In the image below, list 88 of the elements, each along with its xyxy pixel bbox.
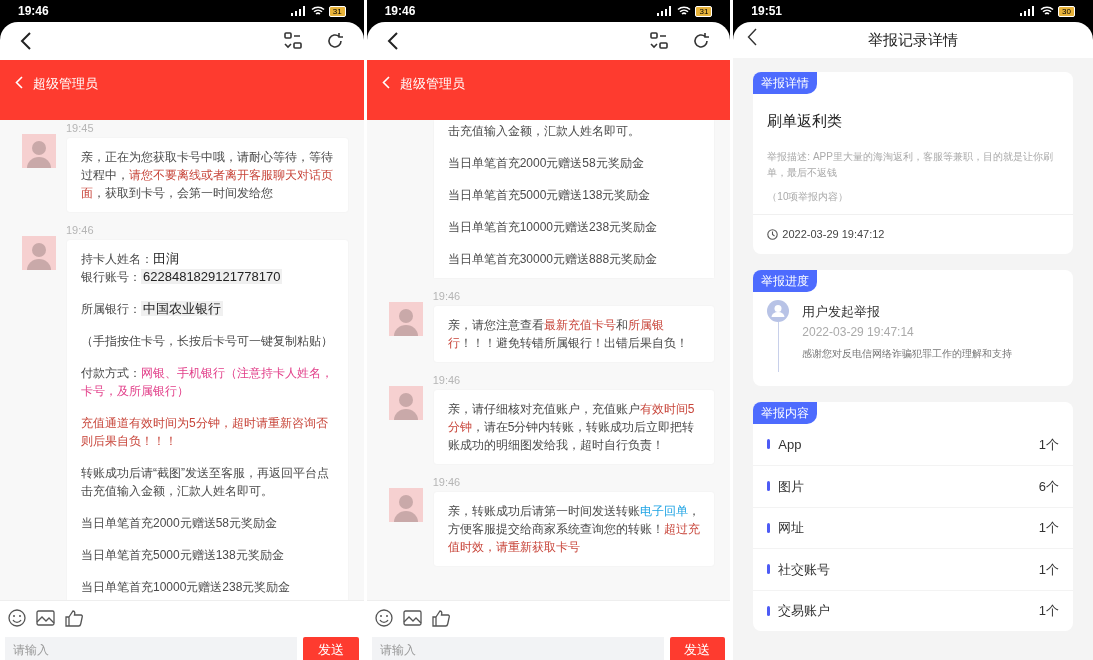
message-text: 当日单笔首充5000元赠送138元奖励金: [447, 187, 652, 204]
content-count: 1个: [1038, 560, 1059, 579]
message-text: 当日单笔首充5000元赠送138元奖励金: [81, 547, 285, 564]
message-text: 亲，正在为您获取卡号中哦，请耐心等待，等待过程中，请您不要离线或者离开客服聊天对话页面，获取到卡号，会第一时间发给您: [81, 149, 334, 202]
message-time: 19:46: [432, 476, 462, 489]
message-text: 持卡人姓名：田润: [81, 250, 180, 268]
message-text: 亲，请您注意查看最新充值卡号和所属银行！！！避免转错所属银行！出错后果自负！: [447, 317, 689, 352]
message-text: 击充值输入金额，汇款人姓名即可。: [447, 123, 641, 140]
report-time: 2022-03-29 19:47:12: [782, 226, 885, 242]
page-title: 举报记录详情: [868, 29, 959, 50]
content-count: 1个: [1038, 602, 1059, 620]
message-text: 当日单笔首充2000元赠送58元奖励金: [447, 155, 645, 172]
avatar-placeholder: [22, 236, 56, 270]
status-time: 19:46: [384, 3, 416, 20]
message-text: 所属银行：中国农业银行: [81, 300, 224, 318]
status-time: 19:46: [18, 3, 49, 20]
section-tag: 举报进度: [753, 269, 818, 292]
message-text: （手指按住卡号，长按后卡号可一键复制粘贴）: [81, 333, 334, 350]
bullet-icon: [767, 564, 771, 575]
smiley-icon[interactable]: [8, 609, 26, 627]
battery-level: 31: [695, 5, 713, 17]
content-label: 社交账号: [778, 560, 831, 579]
user-icon: [767, 299, 790, 322]
message-text: 当日单笔首充2000元赠送58元奖励金: [81, 515, 279, 532]
signal-icon: [657, 6, 674, 16]
thumbs-up-icon[interactable]: [65, 609, 83, 627]
message-text: 当日单笔首充10000元赠送238元奖励金: [81, 579, 292, 596]
content-label: 网址: [778, 519, 805, 537]
report-description: 举报描述: APP里大量的海淘返利，客服等兼职，目的就是让你刷单，最后不返钱: [766, 149, 1054, 180]
image-icon[interactable]: [36, 610, 55, 626]
thumbs-up-icon[interactable]: [431, 609, 450, 627]
report-count: （10项举报内容）: [766, 189, 850, 204]
message-text: 充值通道有效时间为5分钟，超时请重新咨询否则后果自负！！！: [81, 415, 329, 450]
avatar-placeholder: [388, 302, 423, 336]
message-text: 当日单笔首充10000元赠送238元奖励金: [447, 219, 659, 236]
message-time: 19:46: [66, 224, 95, 237]
message-text: 银行账号：6228481829121778170: [81, 268, 284, 286]
avatar-placeholder: [22, 134, 56, 168]
section-tag: 举报内容: [753, 401, 818, 424]
battery-level: 31: [328, 5, 346, 17]
message-text: 亲，转账成功后请第一时间发送转账电子回单，方便客服提交给商家系统查询您的转账！超过充值时效，请重新获取卡号: [447, 503, 701, 556]
message-time: 19:46: [432, 290, 462, 303]
avatar-placeholder: [388, 488, 423, 522]
bullet-icon: [767, 522, 771, 533]
back-icon[interactable]: [747, 28, 758, 46]
message-text: 付款方式：网银、手机银行（注意持卡人姓名，卡号，及所属银行）: [81, 365, 334, 400]
content-count: 6个: [1038, 477, 1059, 496]
report-category: 刷单返利类: [766, 111, 844, 131]
content-count: 1个: [1038, 435, 1059, 454]
content-label: App: [778, 435, 802, 454]
progress-step: 用户发起举报: [802, 301, 1013, 321]
send-button[interactable]: 发送: [669, 637, 726, 660]
bullet-icon: [767, 481, 771, 492]
status-time: 19:51: [751, 3, 783, 20]
message-time: 19:46: [432, 374, 462, 387]
progress-note: 感谢您对反电信网络诈骗犯罪工作的理解和支持: [802, 347, 1013, 361]
progress-time: 2022-03-29 19:47:14: [802, 324, 915, 341]
content-label: 交易账户: [778, 602, 831, 620]
send-button[interactable]: 发送: [302, 637, 359, 660]
smiley-icon[interactable]: [374, 609, 393, 627]
wifi-icon: [1040, 6, 1055, 16]
message-text: 转账成功后请“截图”发送至客服，再返回平台点击充值输入金额，汇款人姓名即可。: [81, 465, 330, 500]
chat-title: 超级管理员: [399, 75, 465, 93]
image-icon[interactable]: [402, 610, 422, 626]
bullet-icon: [767, 605, 771, 616]
signal-icon: [290, 6, 307, 16]
content-label: 图片: [778, 477, 805, 496]
section-tag: 举报详情: [753, 72, 818, 94]
back-icon[interactable]: [386, 32, 399, 50]
content-count: 1个: [1038, 519, 1059, 537]
message-input[interactable]: 请输入: [5, 637, 297, 660]
message-text: 亲，请仔细核对充值账户，充值账户有效时间5分钟，请在5分钟内转账，转账成功后立即把转账成功的明细图发给我，超时自行负责！: [447, 401, 696, 454]
back-icon[interactable]: [20, 32, 32, 50]
signal-icon: [1020, 6, 1037, 16]
avatar-placeholder: [388, 386, 423, 420]
switch-icon[interactable]: [650, 32, 669, 50]
bullet-icon: [767, 439, 771, 450]
wifi-icon: [677, 6, 692, 16]
message-input[interactable]: 请输入: [371, 637, 664, 660]
wifi-icon: [310, 6, 325, 16]
battery-level: 30: [1058, 5, 1075, 17]
refresh-icon[interactable]: [325, 32, 344, 50]
refresh-icon[interactable]: [692, 32, 711, 50]
switch-icon[interactable]: [283, 32, 302, 50]
message-time: 19:45: [66, 122, 95, 135]
chat-title: 超级管理员: [33, 75, 98, 93]
message-text: 当日单笔首充30000元赠送888元奖励金: [447, 251, 659, 268]
clock-icon: [767, 228, 779, 240]
